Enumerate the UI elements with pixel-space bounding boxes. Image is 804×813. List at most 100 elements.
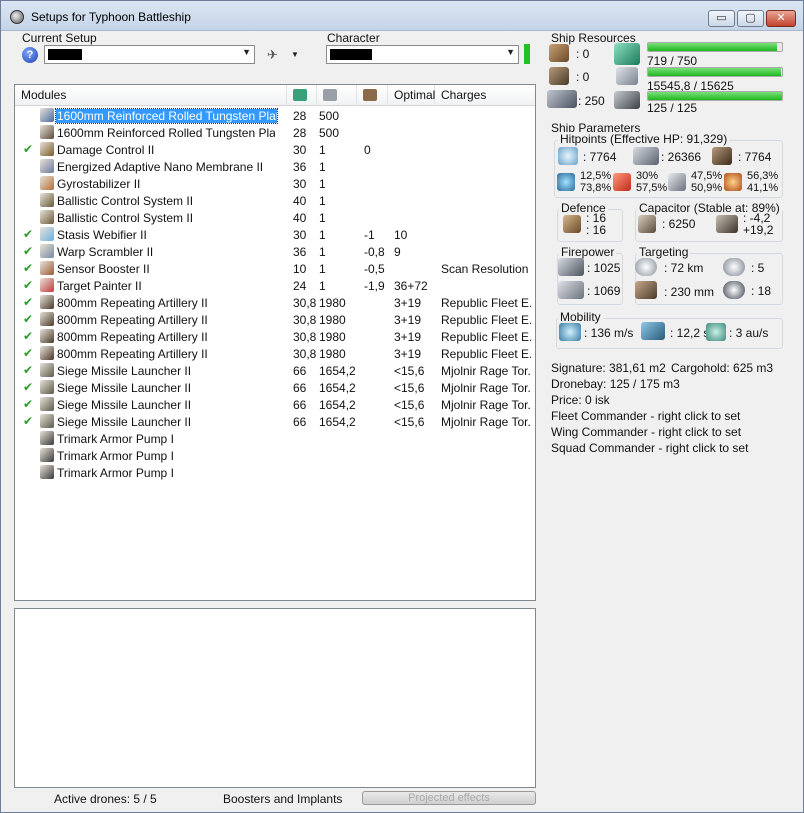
cpu-bar [647,42,783,52]
module-name: Stasis Webifier II [57,228,147,242]
wing-commander-slot[interactable]: Wing Commander - right click to set [551,425,741,439]
module-row[interactable]: ✔ Siege Missile Launcher II 66 1654,2 <15,6 M… [15,396,535,413]
calibration-value: : 250 [578,94,605,108]
rig-icon [40,431,54,445]
module-row[interactable]: ✔ 800mm Repeating Artillery II 30,8 1980 3+1… [15,345,535,362]
module-row[interactable]: Trimark Armor Pump I [15,464,535,481]
module-optimal: 36+72 [394,279,428,293]
current-setup-select[interactable]: ▼ [44,45,255,64]
cpu-icon [293,89,307,101]
col-capacitor[interactable] [357,85,388,106]
modules-list[interactable]: Modules Optimal Charges 1600mm Reinforce… [14,84,536,601]
col-cpu[interactable] [287,85,317,106]
col-optimal[interactable]: Optimal [388,85,435,106]
minimize-icon: ▭ [716,12,727,24]
col-charges[interactable]: Charges [435,85,535,106]
module-row[interactable]: Ballistic Control System II 40 1 [15,192,535,209]
kinetic-resist-icon [668,173,686,191]
ship-tools-button[interactable]: ✈ ▼ [267,45,301,65]
active-check-icon[interactable]: ✔ [23,346,33,360]
module-capacitor: 0 [364,143,371,157]
module-row[interactable]: ✔ Sensor Booster II 10 1 -0,5 Scan Resolution [15,260,535,277]
module-powergrid: 1980 [319,330,346,344]
module-name: Trimark Armor Pump I [57,432,174,446]
active-check-icon[interactable]: ✔ [23,312,33,326]
module-row[interactable]: ✔ Siege Missile Launcher II 66 1654,2 <15,6 M… [15,379,535,396]
module-row[interactable]: ✔ Stasis Webifier II 30 1 -1 10 [15,226,535,243]
active-check-icon[interactable]: ✔ [23,414,33,428]
current-setup-label: Current Setup [22,31,97,45]
module-row[interactable]: ✔ Warp Scrambler II 36 1 -0,8 9 [15,243,535,260]
projected-effects-button[interactable]: Projected effects [362,791,536,805]
capacitor-amount: : 6250 [662,217,696,231]
maximize-button[interactable]: ▢ [737,10,764,27]
minimize-button[interactable]: ▭ [708,10,735,27]
active-check-icon[interactable]: ✔ [23,363,33,377]
thermal-shield-resist: 30% [636,170,659,182]
active-check-icon[interactable]: ✔ [23,244,33,258]
module-name: 800mm Repeating Artillery II [57,296,208,310]
active-check-icon[interactable]: ✔ [23,227,33,241]
active-check-icon[interactable]: ✔ [23,261,33,275]
active-check-icon[interactable]: ✔ [23,397,33,411]
close-button[interactable]: ✕ [766,10,796,27]
window-title: Setups for Typhoon Battleship [31,10,191,24]
module-charges: Mjolnir Rage Tor... [441,364,531,378]
col-powergrid[interactable] [317,85,357,106]
module-name: Sensor Booster II [57,262,150,276]
module-cpu: 66 [293,364,307,378]
module-row[interactable]: ✔ Siege Missile Launcher II 66 1654,2 <15,6 M… [15,413,535,430]
artillery-icon [40,312,54,326]
module-cpu: 40 [293,211,307,225]
character-select[interactable]: ▼ [326,45,519,64]
module-cpu: 40 [293,194,307,208]
module-powergrid: 1 [319,177,326,191]
module-row[interactable]: 1600mm Reinforced Rolled Tungsten Plates… [15,124,535,141]
fleet-commander-slot[interactable]: Fleet Commander - right click to set [551,409,740,423]
description-panel [14,608,536,788]
module-name: Damage Control II [57,143,155,157]
module-optimal: <15,6 [394,364,425,378]
module-cpu: 30 [293,228,307,242]
squad-commander-slot[interactable]: Squad Commander - right click to set [551,441,748,455]
module-row[interactable]: ✔ Siege Missile Launcher II 66 1654,2 <15,6 M… [15,362,535,379]
character-status-indicator [524,44,530,64]
module-row[interactable]: Gyrostabilizer II 30 1 [15,175,535,192]
price: Price: 0 isk [551,393,610,407]
module-optimal: <15,6 [394,415,425,429]
ballistic-control-icon [40,210,54,224]
module-name: Trimark Armor Pump I [57,449,174,463]
powergrid-bar-fill [648,68,782,76]
module-row[interactable]: Trimark Armor Pump I [15,430,535,447]
module-row[interactable]: ✔ 800mm Repeating Artillery II 30,8 1980 3+1… [15,311,535,328]
module-row[interactable]: ✔ 800mm Repeating Artillery II 30,8 1980 3+1… [15,328,535,345]
module-row[interactable]: 1600mm Reinforced Rolled Tungsten Plates… [15,107,535,124]
title-bar[interactable]: Setups for Typhoon Battleship ▭ ▢ ✕ [1,1,803,31]
module-row[interactable]: ✔ Damage Control II 30 1 0 [15,141,535,158]
turret-hardpoint-icon [549,44,569,62]
boosters-implants-label[interactable]: Boosters and Implants [223,792,342,806]
module-row[interactable]: Energized Adaptive Nano Membrane II 36 1 [15,158,535,175]
module-name: Siege Missile Launcher II [57,364,192,378]
module-cpu: 30,8 [293,347,317,361]
module-row[interactable]: Ballistic Control System II 40 1 [15,209,535,226]
help-icon[interactable]: ? [22,47,38,63]
col-modules[interactable]: Modules [15,85,287,106]
armor-plate-icon [40,108,54,122]
explosive-resist-icon [724,173,742,191]
module-row[interactable]: ✔ 800mm Repeating Artillery II 30,8 1980 3+1… [15,294,535,311]
module-row[interactable]: Trimark Armor Pump I [15,447,535,464]
active-check-icon[interactable]: ✔ [23,278,33,292]
module-cpu: 66 [293,381,307,395]
active-check-icon[interactable]: ✔ [23,142,33,156]
module-powergrid: 1 [319,245,326,259]
module-optimal: 3+19 [394,313,422,327]
active-drones-label[interactable]: Active drones: 5 / 5 [54,792,157,806]
active-check-icon[interactable]: ✔ [23,295,33,309]
gyrostabilizer-icon [40,176,54,190]
hitpoints-title: Hitpoints (Effective HP: 91,329) [558,132,730,146]
module-row[interactable]: ✔ Target Painter II 24 1 -1,9 36+72 [15,277,535,294]
module-powergrid: 1 [319,211,326,225]
active-check-icon[interactable]: ✔ [23,380,33,394]
active-check-icon[interactable]: ✔ [23,329,33,343]
